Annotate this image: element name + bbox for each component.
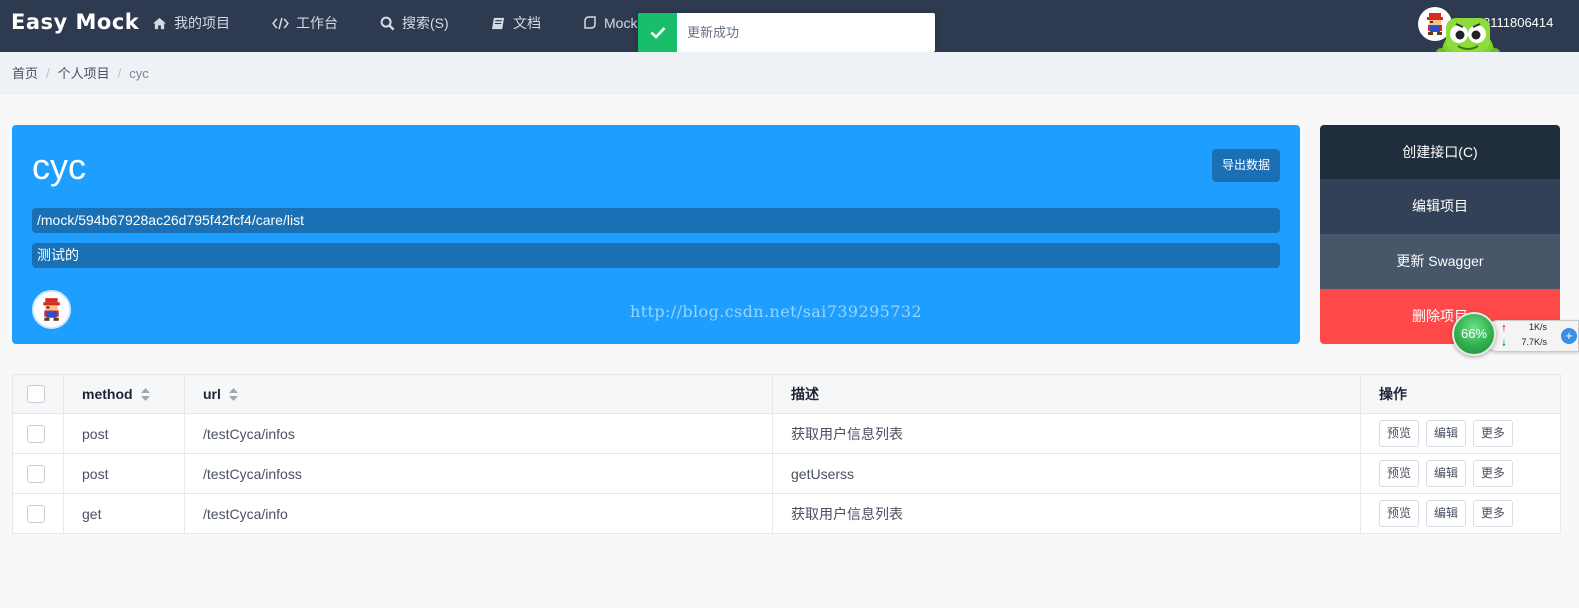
nav-mock[interactable]: Mock — [583, 0, 637, 52]
url-header[interactable]: url — [184, 374, 773, 414]
toast-icon-box — [638, 13, 677, 52]
row-url: /testCyca/infoss — [184, 453, 773, 494]
net-speed-widget[interactable]: 🠕 🠗 1K/s 7.7K/s + 66% — [1452, 312, 1579, 356]
row-check-cell — [12, 493, 64, 534]
table-row: get /testCyca/info 获取用户信息列表 预览 编辑 更多 — [12, 493, 1561, 534]
plus-icon[interactable]: + — [1561, 328, 1577, 344]
project-member-avatar[interactable] — [32, 290, 71, 329]
sort-icon[interactable] — [140, 387, 150, 401]
url-header-label: url — [203, 386, 221, 402]
row-check-cell — [12, 413, 64, 454]
table-header-row: method url 描述 操作 — [12, 374, 1561, 414]
nav-docs[interactable]: 文档 — [491, 0, 541, 52]
breadcrumb-home[interactable]: 首页 — [12, 66, 38, 81]
row-ops: 预览 编辑 更多 — [1360, 453, 1561, 494]
select-all-checkbox[interactable] — [27, 385, 45, 404]
memory-usage-ball[interactable]: 66% — [1452, 312, 1496, 356]
search-icon — [380, 16, 395, 31]
breadcrumb-separator: / — [117, 66, 122, 81]
code-icon — [272, 17, 289, 30]
preview-button[interactable]: 预览 — [1379, 500, 1420, 527]
more-button[interactable]: 更多 — [1473, 500, 1514, 527]
row-url: /testCyca/info — [184, 493, 773, 534]
nav-my-projects-label: 我的项目 — [174, 15, 230, 31]
nav-workbench[interactable]: 工作台 — [272, 0, 338, 52]
edit-button[interactable]: 编辑 — [1426, 500, 1467, 527]
more-button[interactable]: 更多 — [1473, 420, 1514, 447]
row-url: /testCyca/infos — [184, 413, 773, 454]
sort-icon[interactable] — [228, 387, 238, 401]
preview-button[interactable]: 预览 — [1379, 460, 1420, 487]
nav-docs-label: 文档 — [513, 15, 541, 31]
row-checkbox[interactable] — [27, 424, 45, 443]
export-data-button[interactable]: 导出数据 — [1212, 149, 1280, 182]
download-arrow-icon: 🠗 — [1502, 338, 1506, 348]
row-desc: 获取用户信息列表 — [772, 493, 1361, 534]
mock-icon — [584, 16, 596, 30]
breadcrumb-personal-projects[interactable]: 个人项目 — [58, 66, 110, 81]
check-icon — [650, 27, 665, 39]
mario-avatar-icon — [43, 298, 60, 321]
book-icon — [492, 17, 505, 29]
edit-project-button[interactable]: 编辑项目 — [1320, 179, 1560, 234]
home-icon — [153, 17, 166, 29]
table-row: post /testCyca/infoss getUserss 预览 编辑 更多 — [12, 453, 1561, 494]
blog-watermark: http://blog.csdn.net/sai739295732 — [630, 302, 922, 321]
row-method: post — [63, 453, 185, 494]
upload-arrow-icon: 🠕 — [1502, 323, 1506, 333]
edit-button[interactable]: 编辑 — [1426, 420, 1467, 447]
breadcrumb-current-project: cyc — [129, 66, 149, 81]
nav-my-projects[interactable]: 我的项目 — [152, 0, 230, 52]
nav-mock-label: Mock — [604, 15, 638, 31]
table-row: post /testCyca/infos 获取用户信息列表 预览 编辑 更多 — [12, 413, 1561, 454]
create-api-button[interactable]: 创建接口(C) — [1320, 125, 1560, 179]
project-title: cyc — [32, 146, 86, 187]
api-table: method url 描述 操作 post /testCyca/infos 获取… — [12, 374, 1561, 534]
row-checkbox[interactable] — [27, 504, 45, 523]
row-checkbox[interactable] — [27, 464, 45, 483]
row-desc: 获取用户信息列表 — [772, 413, 1361, 454]
ops-header: 操作 — [1360, 374, 1561, 414]
update-swagger-button[interactable]: 更新 Swagger — [1320, 234, 1560, 289]
method-header-label: method — [82, 386, 133, 402]
row-desc: getUserss — [772, 453, 1361, 494]
row-check-cell — [12, 453, 64, 494]
download-speed: 7.7K/s — [1521, 337, 1547, 347]
edit-button[interactable]: 编辑 — [1426, 460, 1467, 487]
nav-search-label: 搜索(S) — [402, 15, 449, 31]
method-header[interactable]: method — [63, 374, 185, 414]
brand-logo[interactable]: Easy Mock — [11, 10, 139, 34]
breadcrumb-separator: / — [46, 66, 50, 81]
row-ops: 预览 编辑 更多 — [1360, 493, 1561, 534]
nav-search[interactable]: 搜索(S) — [380, 0, 449, 52]
project-base-url[interactable]: /mock/594b67928ac26d795f42fcf4/care/list — [32, 208, 1280, 233]
row-method: get — [63, 493, 185, 534]
select-all-cell — [12, 374, 64, 414]
success-toast: 更新成功 — [638, 13, 935, 52]
breadcrumb-bar: 首页 / 个人项目 / cyc — [0, 52, 1579, 95]
project-description: 测试的 — [32, 243, 1280, 268]
upload-speed: 1K/s — [1528, 322, 1547, 332]
more-button[interactable]: 更多 — [1473, 460, 1514, 487]
nav-workbench-label: 工作台 — [296, 15, 338, 31]
desc-header: 描述 — [772, 374, 1361, 414]
row-method: post — [63, 413, 185, 454]
preview-button[interactable]: 预览 — [1379, 420, 1420, 447]
toast-message: 更新成功 — [687, 25, 740, 40]
breadcrumb: 首页 / 个人项目 / cyc — [12, 52, 149, 95]
row-ops: 预览 编辑 更多 — [1360, 413, 1561, 454]
